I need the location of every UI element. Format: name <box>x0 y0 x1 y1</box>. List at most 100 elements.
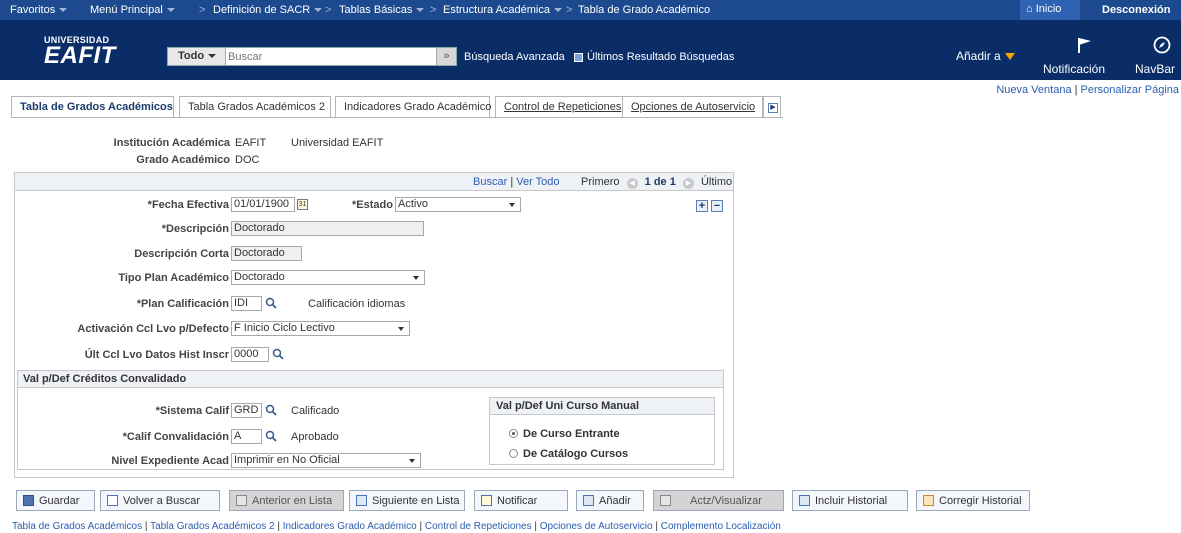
uni-curso-manual-group: Val p/Def Uni Curso Manual De Curso Entr… <box>489 397 715 465</box>
breadcrumb-separator: > <box>199 4 206 16</box>
activacion-select[interactable]: F Inicio Ciclo Lectivo <box>231 321 410 336</box>
breadcrumb-definicion[interactable]: Definición de SACR <box>213 4 323 16</box>
lookup-icon[interactable] <box>272 348 284 360</box>
search-input[interactable] <box>228 49 428 64</box>
descripcion-corta-label: Descripción Corta <box>134 248 229 260</box>
corregir-historial-button[interactable]: Corregir Historial <box>916 490 1030 511</box>
breadcrumb-separator: > <box>325 4 332 16</box>
radio-curso-entrante[interactable] <box>509 429 518 438</box>
footer-link[interactable]: Indicadores Grado Académico <box>283 521 417 532</box>
footer-link[interactable]: Tabla Grados Académicos 2 <box>150 521 275 532</box>
breadcrumb-estructura[interactable]: Estructura Académica <box>443 4 562 16</box>
volver-buscar-button[interactable]: Volver a Buscar <box>100 490 220 511</box>
grid-pager: Primero ◀ 1 de 1 ▶ Último <box>581 176 732 189</box>
eafit-logo: UNIVERSIDAD EAFIT <box>44 36 116 68</box>
ult-ccl-lvo-label: Últ Ccl Lvo Datos Hist Inscr <box>84 349 229 361</box>
add-row-button[interactable]: + <box>696 200 708 212</box>
previous-list-icon <box>236 495 247 506</box>
calif-convalidacion-field[interactable]: A <box>231 429 262 444</box>
lookup-icon[interactable] <box>265 430 277 442</box>
tab-opciones-autoservicio[interactable]: Opciones de Autoservicio <box>622 96 763 118</box>
chevron-down-icon <box>509 203 515 207</box>
menu-principal[interactable]: Menú Principal <box>90 4 175 16</box>
notificacion-button[interactable]: Notificación <box>1043 36 1105 76</box>
footer-link[interactable]: Complemento Localización <box>661 521 781 532</box>
chevron-down-icon <box>413 276 419 280</box>
nueva-ventana-link[interactable]: Nueva Ventana <box>996 84 1071 96</box>
breadcrumb-label: Estructura Académica <box>443 4 550 16</box>
guardar-button[interactable]: Guardar <box>16 490 95 511</box>
next-icon[interactable]: ▶ <box>682 178 694 189</box>
busqueda-avanzada-link[interactable]: Búsqueda Avanzada <box>464 51 565 63</box>
estado-label: *Estado <box>352 199 393 211</box>
tipo-plan-select[interactable]: Doctorado <box>231 270 425 285</box>
incluir-historial-button[interactable]: Incluir Historial <box>792 490 908 511</box>
delete-row-button[interactable]: − <box>711 200 723 212</box>
search-go-button[interactable]: » <box>436 48 456 65</box>
fecha-efectiva-label: *Fecha Efectiva <box>147 199 229 211</box>
breadcrumb-current[interactable]: Tabla de Grado Académico <box>578 4 710 16</box>
tab-tabla-grados-2[interactable]: Tabla Grados Académicos 2 <box>179 96 331 118</box>
edit-history-icon <box>923 495 934 506</box>
aniadir-a-menu[interactable]: Añadir a <box>956 49 1015 63</box>
chevron-down-icon <box>59 8 68 13</box>
flag-icon <box>1078 38 1091 53</box>
plan-calificacion-desc: Calificación idiomas <box>308 298 406 310</box>
sistema-calif-label: *Sistema Calif <box>155 405 229 417</box>
notificar-button[interactable]: Notificar <box>474 490 568 511</box>
anterior-lista-button[interactable]: Anterior en Lista <box>229 490 344 511</box>
incluir-label: Incluir Historial <box>815 495 888 507</box>
footer-link[interactable]: Tabla de Grados Académicos <box>12 521 142 532</box>
footer-link[interactable]: Opciones de Autoservicio <box>540 521 653 532</box>
tab-control-repeticiones[interactable]: Control de Repeticiones <box>495 96 623 118</box>
notify-icon <box>481 495 492 506</box>
institucion-name: Universidad EAFIT <box>291 137 384 149</box>
descripcion-label: *Descripción <box>161 223 229 235</box>
corregir-label: Corregir Historial <box>939 495 1022 507</box>
notificacion-label: Notificación <box>1043 62 1106 76</box>
actz-label: Actz/Visualizar <box>690 495 762 507</box>
link-separator: | <box>142 521 151 532</box>
search-scope-select[interactable]: Todo <box>168 48 226 65</box>
calendar-icon[interactable]: 31 <box>297 199 308 210</box>
link-separator: | <box>416 521 425 532</box>
volver-label: Volver a Buscar <box>123 495 201 507</box>
tab-tabla-grados[interactable]: Tabla de Grados Académicos <box>11 96 174 118</box>
navbar-label: NavBar <box>1135 62 1176 76</box>
breadcrumb-separator: > <box>566 4 573 16</box>
tab-indicadores[interactable]: Indicadores Grado Académico <box>335 96 491 118</box>
lookup-icon[interactable] <box>265 297 277 309</box>
buscar-link[interactable]: Buscar <box>473 176 507 188</box>
aniadir-button[interactable]: Añadir <box>576 490 644 511</box>
chevron-down-icon <box>398 327 404 331</box>
ver-todo-link[interactable]: Ver Todo <box>516 176 559 188</box>
footer-link[interactable]: Control de Repeticiones <box>425 521 532 532</box>
breadcrumb-tablas-basicas[interactable]: Tablas Básicas <box>339 4 425 16</box>
previous-icon[interactable]: ◀ <box>626 178 638 189</box>
actz-visualizar-button[interactable]: Actz/Visualizar <box>653 490 784 511</box>
tab-next-button[interactable]: ▶ <box>763 96 781 118</box>
plan-calificacion-field[interactable]: IDI <box>231 296 262 311</box>
nivel-expediente-select[interactable]: Imprimir en No Oficial <box>231 453 421 468</box>
ult-ccl-lvo-field[interactable]: 0000 <box>231 347 269 362</box>
siguiente-lista-button[interactable]: Siguiente en Lista <box>349 490 465 511</box>
fecha-efectiva-field[interactable]: 01/01/1900 <box>231 197 295 212</box>
descripcion-field[interactable]: Doctorado <box>231 221 424 236</box>
ultimos-resultados-link[interactable]: Últimos Resultado Búsquedas <box>574 51 734 63</box>
aniadir-btn-label: Añadir <box>599 495 631 507</box>
favoritos-menu[interactable]: Favoritos <box>10 4 68 16</box>
descripcion-corta-field[interactable]: Doctorado <box>231 246 302 261</box>
tipo-plan-value: Doctorado <box>234 271 285 283</box>
compass-icon <box>1153 36 1170 54</box>
desconexion-link[interactable]: Desconexión <box>1102 4 1170 16</box>
sistema-calif-field[interactable]: GRD <box>231 403 262 418</box>
grid-header: Buscar | Ver Todo Primero ◀ 1 de 1 ▶ Últ… <box>15 173 733 191</box>
radio-catalogo-cursos[interactable] <box>509 449 518 458</box>
chevron-down-icon <box>166 8 175 13</box>
estado-select[interactable]: Activo <box>395 197 521 212</box>
personalizar-pagina-link[interactable]: Personalizar Página <box>1081 84 1179 96</box>
lookup-icon[interactable] <box>265 404 277 416</box>
navbar-button[interactable]: NavBar <box>1133 36 1179 76</box>
inicio-label: Inicio <box>1035 3 1062 15</box>
inicio-button[interactable]: ⌂ Inicio <box>1020 0 1080 20</box>
